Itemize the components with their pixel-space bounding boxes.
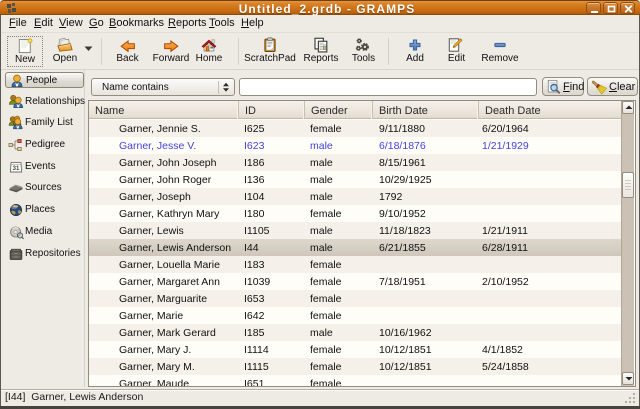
- svg-text:31: 31: [13, 166, 20, 172]
